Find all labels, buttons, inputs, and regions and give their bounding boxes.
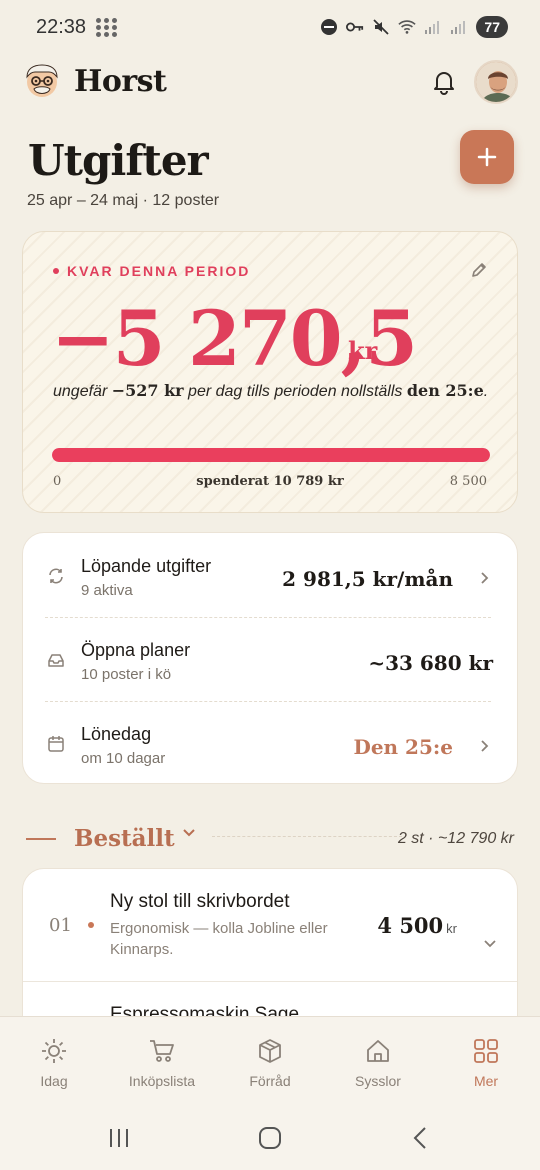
- period-progress-bar: [52, 448, 490, 462]
- system-nav-bar: [0, 1104, 540, 1170]
- mute-icon: [372, 18, 390, 36]
- bell-icon[interactable]: [430, 68, 458, 96]
- signal-icon: [424, 18, 442, 36]
- row-title: Löpande utgifter: [81, 556, 212, 576]
- recents-icon[interactable]: [106, 1126, 132, 1150]
- summary-card: Löpande utgifter 9 aktiva 2 981,5 kr/mån…: [22, 532, 518, 784]
- cart-icon: [150, 1040, 174, 1062]
- list-item[interactable]: 01 Ny stol till skrivbordet Ergonomisk —…: [23, 869, 517, 981]
- period-label: KVAR DENNA PERIOD: [53, 263, 250, 279]
- row-value: Den 25:e: [353, 735, 453, 759]
- nav-item-mer[interactable]: Mer: [432, 1017, 540, 1105]
- refresh-icon: [49, 568, 63, 584]
- box-icon: [259, 1039, 281, 1063]
- row-value: 2 981,5 kr/mån: [282, 567, 453, 591]
- chevron-down-icon[interactable]: [182, 828, 196, 838]
- chevron-down-icon[interactable]: [483, 939, 497, 949]
- nav-label: Förråd: [249, 1073, 291, 1089]
- period-label-text: KVAR DENNA PERIOD: [67, 263, 251, 279]
- note-prefix: ungefär: [53, 383, 112, 400]
- bottom-nav: Idag Inköpslista Förråd Sysslor Mer: [0, 1016, 540, 1104]
- list-item[interactable]: Espressomaskin Sage: [23, 981, 517, 1017]
- section-meta: 2 st · ~12 790 kr: [397, 830, 514, 847]
- grid-icon: [474, 1039, 498, 1063]
- plus-icon: [477, 147, 497, 167]
- nav-label: Idag: [40, 1073, 68, 1089]
- period-scale-max: 8 500: [449, 474, 487, 489]
- recurring-expenses-row[interactable]: Löpande utgifter 9 aktiva 2 981,5 kr/mån: [23, 533, 517, 615]
- nav-item-sysslor[interactable]: Sysslor: [324, 1017, 432, 1105]
- row-subtitle: 10 poster i kö: [81, 666, 172, 683]
- nav-item-inkopslista[interactable]: Inköpslista: [108, 1017, 216, 1105]
- nav-item-forrad[interactable]: Förråd: [216, 1017, 324, 1105]
- chevron-right-icon: [481, 740, 489, 752]
- page-title: Utgifter: [28, 136, 209, 185]
- home-button-icon[interactable]: [257, 1126, 283, 1150]
- open-plans-row[interactable]: Öppna planer 10 poster i kö ~33 680 kr: [23, 617, 517, 699]
- section-accent-line: [26, 838, 56, 840]
- app-grid-indicator-icon: [96, 18, 118, 38]
- app-header: Horst: [22, 58, 518, 108]
- back-icon[interactable]: [408, 1126, 434, 1150]
- row-title: Lönedag: [81, 724, 152, 744]
- app-name: Horst: [74, 64, 167, 99]
- period-dot-icon: [53, 268, 59, 274]
- note-middle: per dag tills perioden nollställs: [183, 383, 407, 400]
- period-card: KVAR DENNA PERIOD −5 270,5 kr ungefär −5…: [22, 231, 518, 513]
- nav-label: Sysslor: [355, 1073, 401, 1089]
- note-reset-date: den 25:e: [406, 381, 484, 400]
- ordered-section-header[interactable]: Beställt 2 st · ~12 790 kr: [26, 822, 516, 858]
- period-progress-fill: [52, 448, 490, 462]
- section-divider: [212, 836, 402, 837]
- item-price-unit: kr: [446, 921, 457, 936]
- period-currency: kr: [348, 336, 378, 365]
- sun-icon: [42, 1039, 66, 1063]
- wifi-icon: [398, 18, 417, 36]
- dnd-icon: [320, 18, 338, 36]
- nav-item-idag[interactable]: Idag: [0, 1017, 108, 1105]
- item-number: 01: [49, 915, 72, 936]
- item-price-value: 4 500: [377, 913, 444, 938]
- status-bar: 22:38 77: [0, 0, 540, 56]
- avatar[interactable]: [474, 60, 518, 104]
- add-expense-button[interactable]: [460, 130, 514, 184]
- inbox-icon: [48, 654, 64, 667]
- section-title: Beställt: [74, 825, 175, 852]
- battery-indicator: 77: [476, 16, 508, 38]
- item-description: Ergonomisk — kolla Jobline eller Kinnarp…: [110, 920, 328, 958]
- row-value: ~33 680 kr: [368, 651, 493, 675]
- nav-label: Mer: [473, 1073, 499, 1089]
- period-daily-note: ungefär −527 kr per dag tills perioden n…: [53, 380, 493, 403]
- pencil-icon[interactable]: [469, 260, 489, 280]
- horst-logo-icon: [26, 64, 58, 97]
- chevron-right-icon: [481, 572, 489, 584]
- note-end: .: [483, 383, 489, 400]
- signal-icon-2: [450, 18, 468, 36]
- item-status-dot: [88, 922, 94, 928]
- status-time: 22:38: [36, 16, 87, 38]
- calendar-icon: [48, 736, 64, 752]
- nav-label: Inköpslista: [128, 1073, 196, 1089]
- item-title: Ny stol till skrivbordet: [110, 891, 290, 912]
- item-price: 4 500 kr: [377, 913, 457, 938]
- row-title: Öppna planer: [81, 640, 191, 660]
- row-subtitle: 9 aktiva: [81, 582, 133, 599]
- payday-row[interactable]: Lönedag om 10 dagar Den 25:e: [23, 701, 517, 783]
- page-subtitle: 25 apr – 24 maj · 12 poster: [27, 192, 220, 209]
- row-subtitle: om 10 dagar: [81, 750, 166, 767]
- note-daily-amount: −527 kr: [111, 381, 184, 400]
- home-icon: [367, 1040, 389, 1062]
- key-icon: [346, 18, 364, 36]
- ordered-list: 01 Ny stol till skrivbordet Ergonomisk —…: [22, 868, 518, 1018]
- period-spent-label: spenderat 10 789 kr: [196, 474, 344, 489]
